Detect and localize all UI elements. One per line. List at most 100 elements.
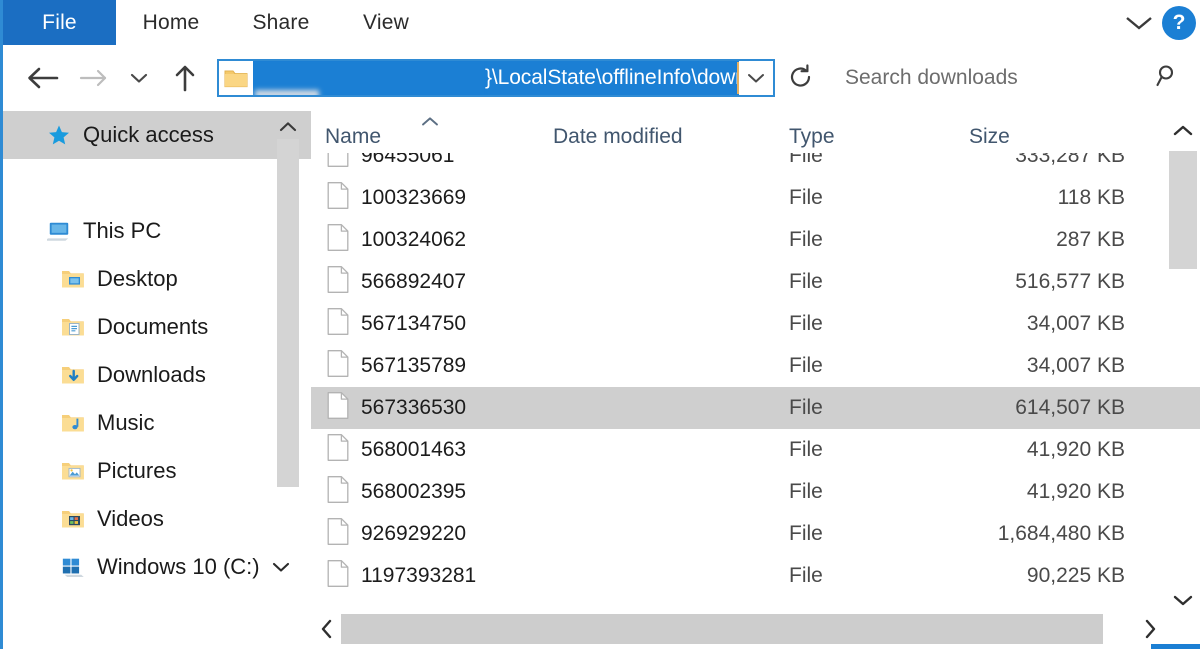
column-header-size[interactable]: Size — [969, 125, 1010, 149]
expand-ribbon-button[interactable] — [1116, 0, 1162, 45]
chevron-down-icon[interactable] — [270, 560, 292, 574]
file-name-cell: 568001463 — [361, 438, 467, 461]
sidebar-item-desktop[interactable]: Desktop — [3, 255, 311, 303]
forward-button[interactable] — [69, 45, 119, 111]
tab-home[interactable]: Home — [116, 0, 226, 45]
scrollbar-thumb[interactable] — [1169, 151, 1197, 269]
file-icon — [327, 308, 349, 341]
scroll-up-button[interactable] — [1163, 115, 1200, 145]
file-size-cell: 118 KB — [1057, 186, 1125, 209]
sidebar-item-label: Quick access — [83, 122, 214, 147]
file-icon — [327, 153, 349, 167]
sidebar-item-label: Music — [97, 410, 155, 435]
table-row[interactable]: 566892407 File 516,577 KB — [311, 261, 1200, 303]
table-row[interactable]: 100324062 File 287 KB — [311, 219, 1200, 261]
file-type-cell: File — [789, 438, 823, 461]
table-row[interactable]: 567336530 File 614,507 KB — [311, 387, 1200, 429]
table-row[interactable]: 96455061 File 333,287 KB — [311, 153, 1200, 177]
scroll-up-button[interactable] — [277, 115, 299, 137]
address-path-text: }\LocalState\offlineInfo\downloads — [485, 66, 773, 89]
table-row[interactable]: 568001463 File 41,920 KB — [311, 429, 1200, 471]
search-input[interactable]: Search downloads — [833, 66, 1018, 90]
ribbon-right-controls: ? — [1116, 0, 1200, 45]
refresh-button[interactable] — [775, 45, 827, 111]
file-type-cell: File — [789, 186, 823, 209]
sidebar-item-this-pc[interactable]: This PC — [3, 207, 311, 255]
tab-file[interactable]: File — [3, 0, 116, 45]
chevron-right-icon — [1145, 619, 1155, 639]
sidebar-item-label: Videos — [97, 506, 164, 531]
navigation-bar: }\LocalState\offlineInfo\downloads Searc… — [3, 45, 1200, 111]
file-icon — [327, 560, 349, 593]
file-size-cell: 41,920 KB — [1026, 480, 1125, 503]
file-size-cell: 516,577 KB — [1015, 270, 1125, 293]
chevron-left-icon — [321, 619, 331, 639]
sidebar-item-videos[interactable]: Videos — [3, 495, 311, 543]
file-list-pane: Name Date modified Type Size 96455061 Fil… — [311, 111, 1200, 649]
search-box[interactable]: Search downloads — [833, 59, 1200, 97]
search-icon — [1155, 63, 1181, 94]
table-row[interactable]: 100323669 File 118 KB — [311, 177, 1200, 219]
column-header-name[interactable]: Name — [325, 125, 381, 149]
address-dropdown-button[interactable] — [739, 61, 773, 95]
tab-share-label: Share — [252, 10, 310, 34]
column-header-type[interactable]: Type — [789, 125, 835, 149]
file-icon — [327, 266, 349, 293]
column-headers: Name Date modified Type Size — [311, 111, 1200, 153]
file-list-horizontal-scrollbar[interactable] — [311, 609, 1200, 649]
scrollbar-thumb[interactable] — [277, 139, 299, 487]
sidebar-item-windows-10-c[interactable]: Windows 10 (C:) — [3, 543, 311, 591]
scroll-left-button[interactable] — [311, 617, 341, 641]
scroll-right-button[interactable] — [1135, 617, 1165, 641]
file-list-vertical-scrollbar[interactable] — [1163, 111, 1200, 619]
recent-locations-button[interactable] — [119, 45, 159, 111]
file-icon — [327, 224, 349, 257]
refresh-icon — [790, 64, 811, 87]
folder-videos-icon — [61, 507, 85, 531]
file-icon — [327, 476, 349, 509]
file-type-cell: File — [789, 480, 823, 503]
sidebar-item-downloads[interactable]: Downloads — [3, 351, 311, 399]
sidebar-item-pictures[interactable]: Pictures — [3, 447, 311, 495]
file-size-cell: 1,684,480 KB — [997, 522, 1125, 545]
table-row[interactable]: 567134750 File 34,007 KB — [311, 303, 1200, 345]
file-rows: 96455061 File 333,287 KB 100323669 File 118 K… — [311, 153, 1200, 619]
address-bar[interactable]: }\LocalState\offlineInfo\downloads — [217, 59, 775, 97]
file-name-cell: 100323669 — [361, 186, 467, 209]
file-name-cell: 566892407 — [361, 270, 467, 293]
file-icon — [327, 224, 349, 251]
sidebar-item-documents[interactable]: Documents — [3, 303, 311, 351]
tab-view-label: View — [363, 10, 409, 34]
file-size-cell: 90,225 KB — [1026, 564, 1125, 587]
help-button[interactable]: ? — [1162, 5, 1196, 40]
tab-view[interactable]: View — [336, 0, 436, 45]
file-type-cell: File — [789, 522, 823, 545]
table-row[interactable]: 567135789 File 34,007 KB — [311, 345, 1200, 387]
up-one-level-button[interactable] — [159, 45, 211, 111]
table-row[interactable]: 568002395 File 41,920 KB — [311, 471, 1200, 513]
tab-file-label: File — [42, 10, 77, 34]
chevron-down-icon — [130, 73, 148, 83]
sidebar-item-music[interactable]: Music — [3, 399, 311, 447]
arrow-up-icon — [175, 65, 195, 92]
chevron-up-icon — [1173, 125, 1193, 135]
file-icon — [327, 153, 349, 173]
address-text-region[interactable]: }\LocalState\offlineInfo\downloads — [253, 61, 773, 95]
table-row[interactable]: 926929220 File 1,684,480 KB — [311, 513, 1200, 555]
sidebar-item-label: Documents — [97, 314, 209, 339]
navigation-pane: Quick access This PC Desktop Documents D… — [3, 111, 311, 649]
file-name-cell: 1197393281 — [361, 564, 477, 587]
sidebar-item-quick-access[interactable]: Quick access — [3, 111, 311, 159]
scrollbar-thumb[interactable] — [341, 614, 1104, 644]
file-size-cell: 333,287 KB — [1015, 153, 1125, 167]
column-header-date-modified[interactable]: Date modified — [553, 125, 683, 149]
sidebar-scrollbar[interactable] — [277, 111, 299, 511]
monitor-icon — [47, 219, 71, 243]
table-row[interactable]: 1197393281 File 90,225 KB — [311, 555, 1200, 597]
sidebar-item-label: Desktop — [97, 266, 178, 291]
file-size-cell: 34,007 KB — [1026, 354, 1125, 377]
tab-share[interactable]: Share — [226, 0, 336, 45]
file-icon — [327, 350, 349, 377]
scrollbar-track[interactable] — [341, 614, 1135, 644]
back-button[interactable] — [17, 45, 69, 111]
